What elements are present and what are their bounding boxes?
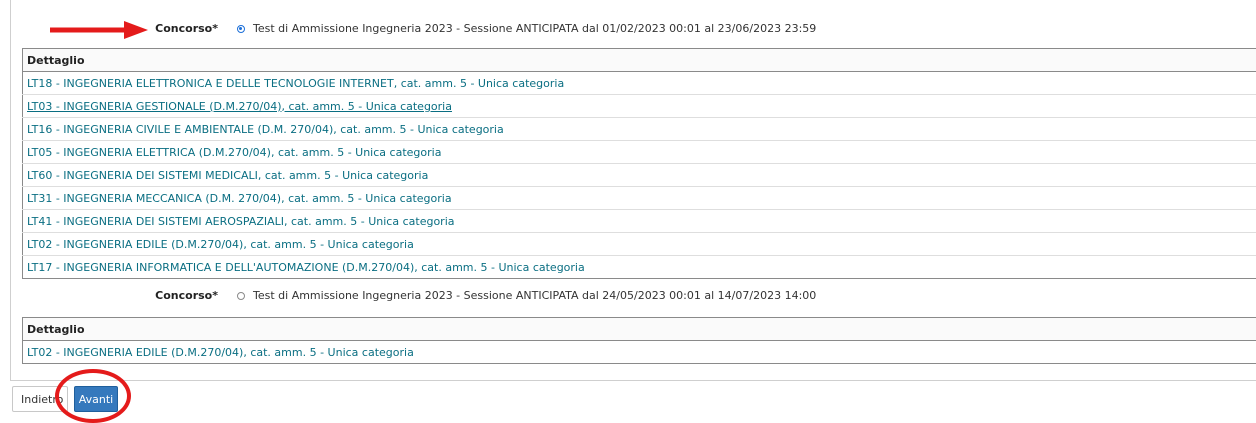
table-row[interactable]: LT05 - INGEGNERIA ELETTRICA (D.M.270/04)…: [23, 141, 1256, 164]
row-label[interactable]: LT16 - INGEGNERIA CIVILE E AMBIENTALE (D…: [27, 123, 504, 136]
table-row[interactable]: LT60 - INGEGNERIA DEI SISTEMI MEDICALI, …: [23, 164, 1256, 187]
concorso-option-text[interactable]: Test di Ammissione Ingegneria 2023 - Ses…: [253, 289, 816, 302]
row-label[interactable]: LT31 - INGEGNERIA MECCANICA (D.M. 270/04…: [27, 192, 452, 205]
concorso-radio-2[interactable]: [237, 292, 245, 300]
table-row[interactable]: LT03 - INGEGNERIA GESTIONALE (D.M.270/04…: [23, 95, 1256, 118]
row-label[interactable]: LT03 - INGEGNERIA GESTIONALE (D.M.270/04…: [27, 100, 452, 113]
concorso-label: Concorso*: [0, 289, 218, 302]
row-label[interactable]: LT18 - INGEGNERIA ELETTRONICA E DELLE TE…: [27, 77, 564, 90]
concorso-option-text[interactable]: Test di Ammissione Ingegneria 2023 - Ses…: [253, 22, 816, 35]
row-label[interactable]: LT02 - INGEGNERIA EDILE (D.M.270/04), ca…: [27, 238, 414, 251]
table-row[interactable]: LT31 - INGEGNERIA MECCANICA (D.M. 270/04…: [23, 187, 1256, 210]
next-button[interactable]: Avanti: [74, 386, 118, 412]
concorso-radio-1[interactable]: [237, 25, 245, 33]
table-row[interactable]: LT02 - INGEGNERIA EDILE (D.M.270/04), ca…: [23, 233, 1256, 256]
row-label[interactable]: LT17 - INGEGNERIA INFORMATICA E DELL'AUT…: [27, 261, 585, 274]
row-label[interactable]: LT02 - INGEGNERIA EDILE (D.M.270/04), ca…: [27, 346, 414, 359]
row-label[interactable]: LT05 - INGEGNERIA ELETTRICA (D.M.270/04)…: [27, 146, 441, 159]
table-row[interactable]: LT41 - INGEGNERIA DEI SISTEMI AEROSPAZIA…: [23, 210, 1256, 233]
table-row[interactable]: LT16 - INGEGNERIA CIVILE E AMBIENTALE (D…: [23, 118, 1256, 141]
table-row[interactable]: LT17 - INGEGNERIA INFORMATICA E DELL'AUT…: [23, 256, 1256, 279]
table-header: Dettaglio: [23, 318, 1256, 341]
table-header: Dettaglio: [23, 49, 1256, 72]
row-label[interactable]: LT41 - INGEGNERIA DEI SISTEMI AEROSPAZIA…: [27, 215, 455, 228]
concorso-label: Concorso*: [0, 22, 218, 35]
table-row[interactable]: LT18 - INGEGNERIA ELETTRONICA E DELLE TE…: [23, 72, 1256, 95]
detail-table-2: Dettaglio LT02 - INGEGNERIA EDILE (D.M.2…: [22, 317, 1256, 364]
table-row[interactable]: LT02 - INGEGNERIA EDILE (D.M.270/04), ca…: [23, 341, 1256, 364]
row-label[interactable]: LT60 - INGEGNERIA DEI SISTEMI MEDICALI, …: [27, 169, 428, 182]
detail-table-1: Dettaglio LT18 - INGEGNERIA ELETTRONICA …: [22, 48, 1256, 279]
back-button[interactable]: Indietro: [12, 386, 68, 412]
